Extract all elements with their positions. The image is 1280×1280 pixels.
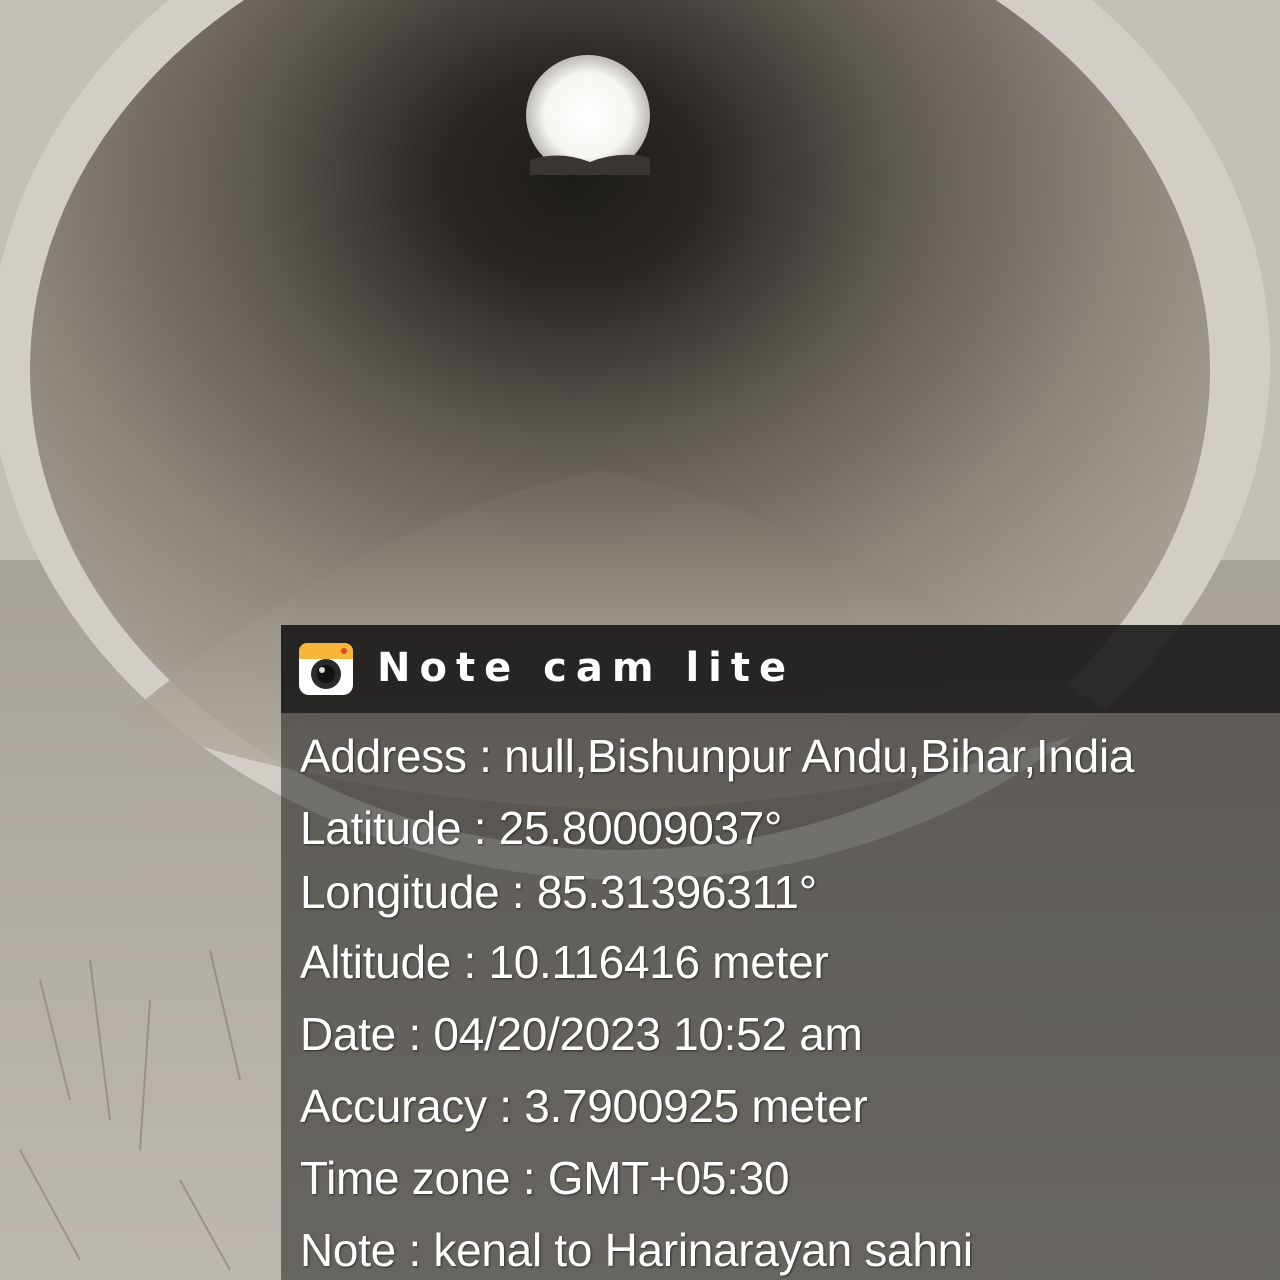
note-line: Note : kenal to Harinarayan sahni <box>300 1224 973 1276</box>
app-header-band: Note cam lite <box>281 625 1280 713</box>
camera-app-icon <box>299 643 353 695</box>
latitude-line: Latitude : 25.80009037° <box>300 802 783 854</box>
timezone-line: Time zone : GMT+05:30 <box>300 1152 790 1204</box>
accuracy-line: Accuracy : 3.7900925 meter <box>300 1080 868 1132</box>
app-name: Note cam lite <box>377 645 796 691</box>
longitude-line: Longitude : 85.31396311° <box>300 866 817 918</box>
altitude-line: Altitude : 10.116416 meter <box>300 936 829 988</box>
date-line: Date : 04/20/2023 10:52 am <box>300 1008 863 1060</box>
geotag-info-panel: Address : null,Bishunpur Andu,Bihar,Indi… <box>281 713 1280 1280</box>
address-line: Address : null,Bishunpur Andu,Bihar,Indi… <box>300 730 1135 782</box>
